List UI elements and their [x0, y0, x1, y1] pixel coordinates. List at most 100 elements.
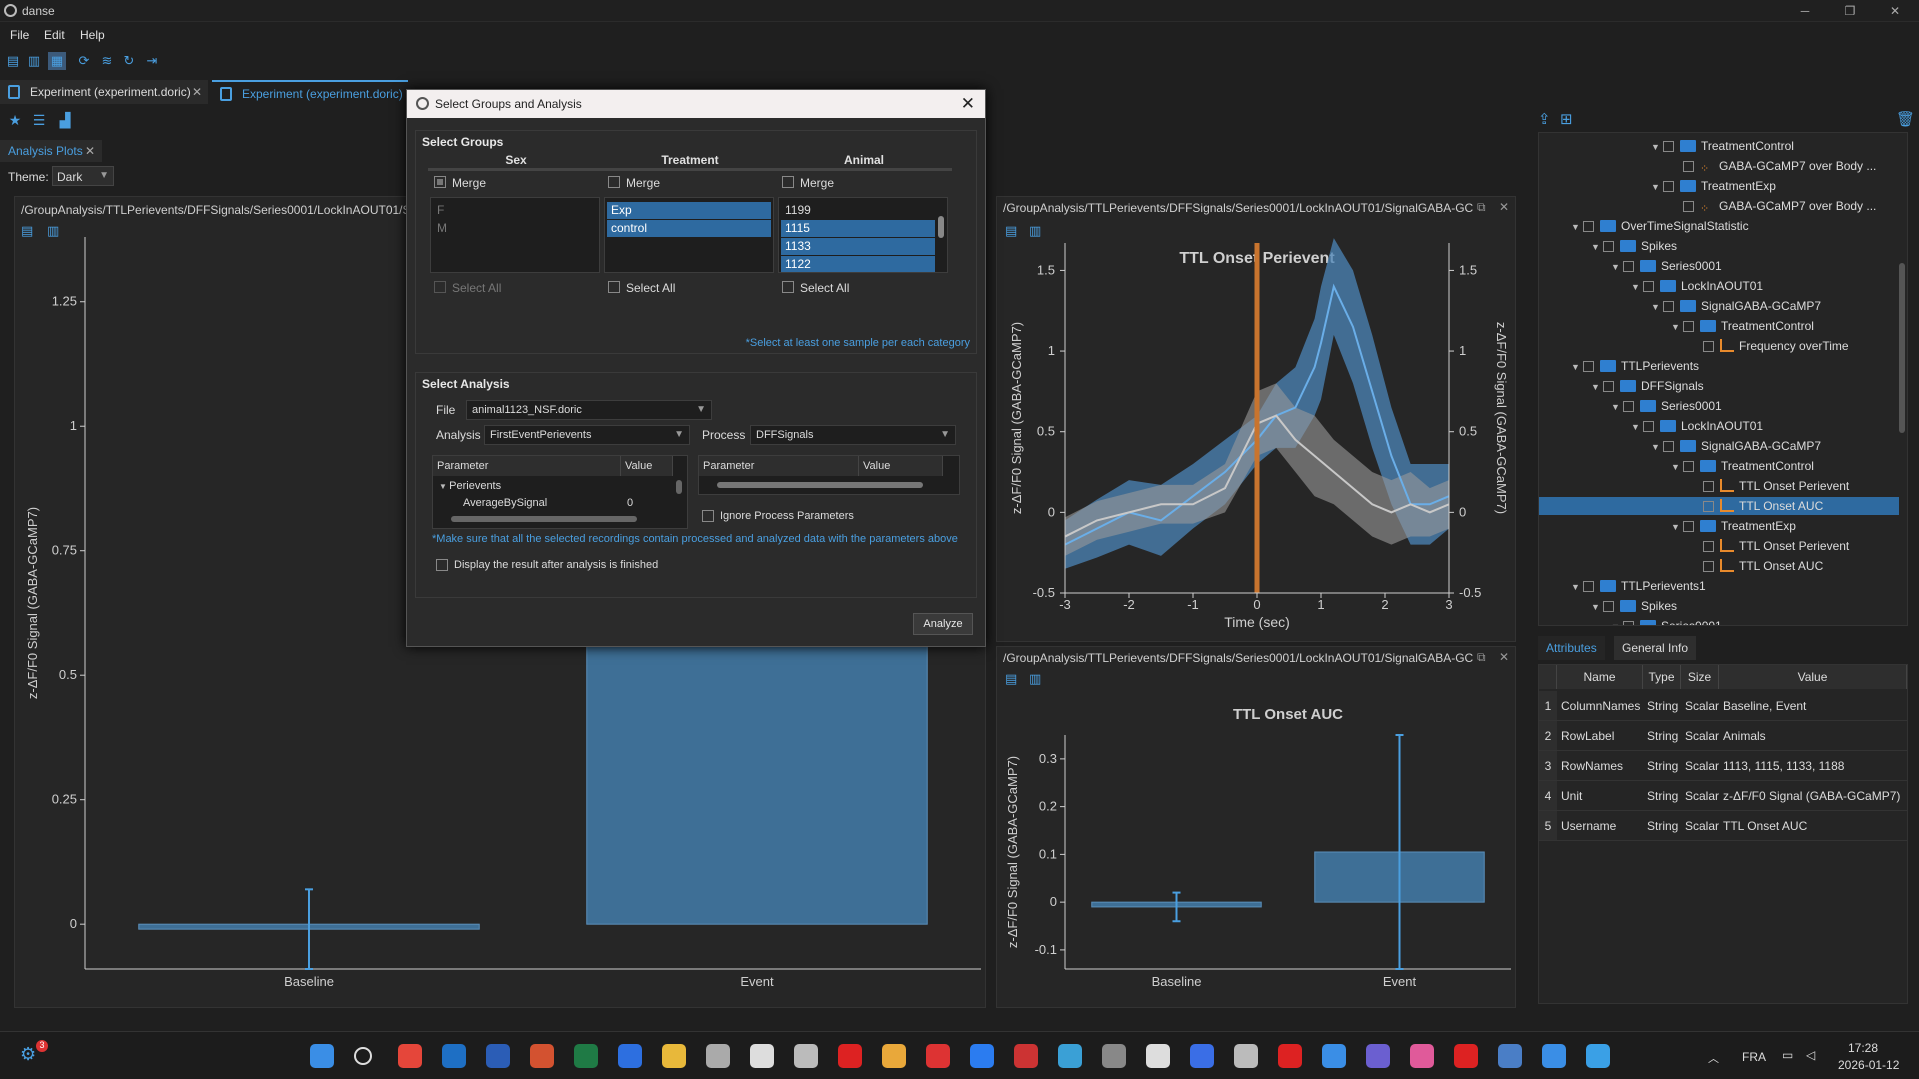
app-icon[interactable]	[1058, 1044, 1082, 1068]
tree-node[interactable]: ▼ Series0001	[1611, 257, 1722, 275]
excel-icon[interactable]	[574, 1044, 598, 1068]
chevron-down-icon[interactable]: ▼	[1671, 318, 1683, 336]
horizontal-scrollbar[interactable]	[717, 482, 923, 488]
chevron-down-icon[interactable]: ▼	[1591, 598, 1603, 616]
network-icon[interactable]: ▭	[1782, 1048, 1793, 1062]
close-tab-icon[interactable]: ✕	[192, 80, 202, 104]
close-window-button[interactable]: ✕	[1880, 2, 1910, 20]
chevron-down-icon[interactable]: ▼	[1651, 438, 1663, 456]
tree-checkbox[interactable]	[1603, 601, 1614, 612]
upload-icon[interactable]: ⇪	[1538, 110, 1551, 128]
maximize-button[interactable]: ❐	[1835, 2, 1865, 20]
zoom-icon[interactable]	[970, 1044, 994, 1068]
tree-node[interactable]: ▼ LockInAOUT01	[1631, 417, 1763, 435]
merge-checkbox[interactable]	[434, 176, 446, 188]
tree-node[interactable]: ▼ TreatmentControl	[1671, 457, 1814, 475]
chevron-down-icon[interactable]: ▼	[1571, 578, 1583, 596]
acrobat-icon[interactable]	[1278, 1044, 1302, 1068]
animal-list[interactable]: 1199 1115 1133 1122	[778, 197, 948, 273]
app-icon[interactable]	[1542, 1044, 1566, 1068]
chevron-down-icon[interactable]: ▼	[1671, 458, 1683, 476]
trash-icon[interactable]: 🗑	[1896, 110, 1915, 128]
treatment-list[interactable]: Exp control	[604, 197, 774, 273]
slack-icon[interactable]	[882, 1044, 906, 1068]
chevron-down-icon[interactable]: ▼	[1611, 258, 1623, 276]
tab-analysis-plots[interactable]: Analysis Plots ✕	[0, 140, 102, 162]
chevron-down-icon[interactable]: ▼	[1611, 398, 1623, 416]
tree-node[interactable]: TTL Onset AUC	[1539, 497, 1899, 515]
tree-node[interactable]: Frequency overTime	[1691, 337, 1849, 355]
tab-attributes[interactable]: Attributes	[1538, 636, 1605, 660]
tree-checkbox[interactable]	[1583, 221, 1594, 232]
process-dropdown[interactable]: DFFSignals ▼	[750, 425, 956, 445]
menu-help[interactable]: Help	[80, 28, 105, 42]
tree-checkbox[interactable]	[1703, 541, 1714, 552]
tree-checkbox[interactable]	[1703, 481, 1714, 492]
app-icon[interactable]	[1586, 1044, 1610, 1068]
app-icon[interactable]	[706, 1044, 730, 1068]
word-icon[interactable]	[486, 1044, 510, 1068]
tree-checkbox[interactable]	[1683, 161, 1694, 172]
list-item[interactable]: M	[433, 220, 597, 237]
tree-checkbox[interactable]	[1703, 501, 1714, 512]
tree-node[interactable]: ⁘ GABA-GCaMP7 over Body ...	[1671, 157, 1876, 175]
select-all-checkbox[interactable]	[434, 281, 446, 293]
powerpoint-icon[interactable]	[530, 1044, 554, 1068]
vertical-scrollbar[interactable]	[938, 216, 944, 238]
windows-start-icon[interactable]	[310, 1044, 334, 1068]
file-explorer-icon[interactable]	[662, 1044, 686, 1068]
layers-icon[interactable]: ≋	[98, 52, 116, 70]
tree-node[interactable]: ▼ Spikes	[1591, 237, 1677, 255]
tree-checkbox[interactable]	[1683, 201, 1694, 212]
menu-edit[interactable]: Edit	[44, 28, 65, 42]
magnifier-icon[interactable]	[794, 1044, 818, 1068]
refresh-icon[interactable]: ⟳	[75, 52, 93, 70]
close-dialog-icon[interactable]: ✕	[961, 94, 975, 114]
chrome-icon[interactable]	[398, 1044, 422, 1068]
app-icon[interactable]	[1102, 1044, 1126, 1068]
chevron-down-icon[interactable]: ▼	[1611, 618, 1623, 625]
export-icon[interactable]: ⇥	[143, 52, 161, 70]
tree-node[interactable]: ▼ TTLPerievents	[1571, 357, 1699, 375]
tree-checkbox[interactable]	[1663, 141, 1674, 152]
list-item[interactable]: 1133	[781, 238, 935, 255]
tree-node[interactable]: TTL Onset AUC	[1691, 557, 1823, 575]
app-icon[interactable]	[1410, 1044, 1434, 1068]
calculator-icon[interactable]	[1498, 1044, 1522, 1068]
tree-node[interactable]: ▼ TreatmentExp	[1671, 517, 1796, 535]
tab-general-info[interactable]: General Info	[1614, 636, 1697, 660]
outlook-icon[interactable]	[442, 1044, 466, 1068]
tree-node[interactable]: ▼ SignalGABA-GCaMP7	[1651, 297, 1821, 315]
tree-checkbox[interactable]	[1703, 561, 1714, 572]
app-icon[interactable]	[1234, 1044, 1258, 1068]
tree-checkbox[interactable]	[1603, 381, 1614, 392]
merge-checkbox[interactable]	[608, 176, 620, 188]
tree-node[interactable]: ▼ SignalGABA-GCaMP7	[1651, 437, 1821, 455]
chevron-down-icon[interactable]: ▼	[1631, 278, 1643, 296]
app-icon[interactable]	[1322, 1044, 1346, 1068]
save-icon[interactable]: ▥	[25, 52, 43, 70]
tree-checkbox[interactable]	[1703, 341, 1714, 352]
minimize-button[interactable]: ─	[1790, 2, 1820, 20]
file-dropdown[interactable]: animal1123_NSF.doric ▼	[466, 400, 712, 420]
tree-checkbox[interactable]	[1663, 181, 1674, 192]
tree-view-icon[interactable]: ⊞	[1560, 110, 1573, 128]
tree-node[interactable]: ▼ LockInAOUT01	[1631, 277, 1763, 295]
chevron-down-icon[interactable]: ▼	[1571, 218, 1583, 236]
tab-experiment-2[interactable]: Experiment (experiment.doric)	[212, 80, 408, 104]
tree-checkbox[interactable]	[1683, 521, 1694, 532]
tree-node[interactable]: ▼ TTLPerievents1	[1571, 577, 1706, 595]
menu-file[interactable]: File	[10, 28, 29, 42]
chevron-down-icon[interactable]: ▼	[1651, 298, 1663, 316]
tree-node[interactable]: ▼ DFFSignals	[1591, 377, 1704, 395]
analysis-dropdown[interactable]: FirstEventPerievents ▼	[484, 425, 690, 445]
clock-time[interactable]: 17:28	[1848, 1041, 1878, 1055]
merge-checkbox[interactable]	[782, 176, 794, 188]
tree-checkbox[interactable]	[1663, 301, 1674, 312]
sync-icon[interactable]: ↻	[120, 52, 138, 70]
select-all-checkbox[interactable]	[782, 281, 794, 293]
star-icon[interactable]: ★	[6, 112, 24, 130]
tree-checkbox[interactable]	[1643, 421, 1654, 432]
chevron-down-icon[interactable]: ▼	[1651, 138, 1663, 156]
sex-list[interactable]: FM	[430, 197, 600, 273]
